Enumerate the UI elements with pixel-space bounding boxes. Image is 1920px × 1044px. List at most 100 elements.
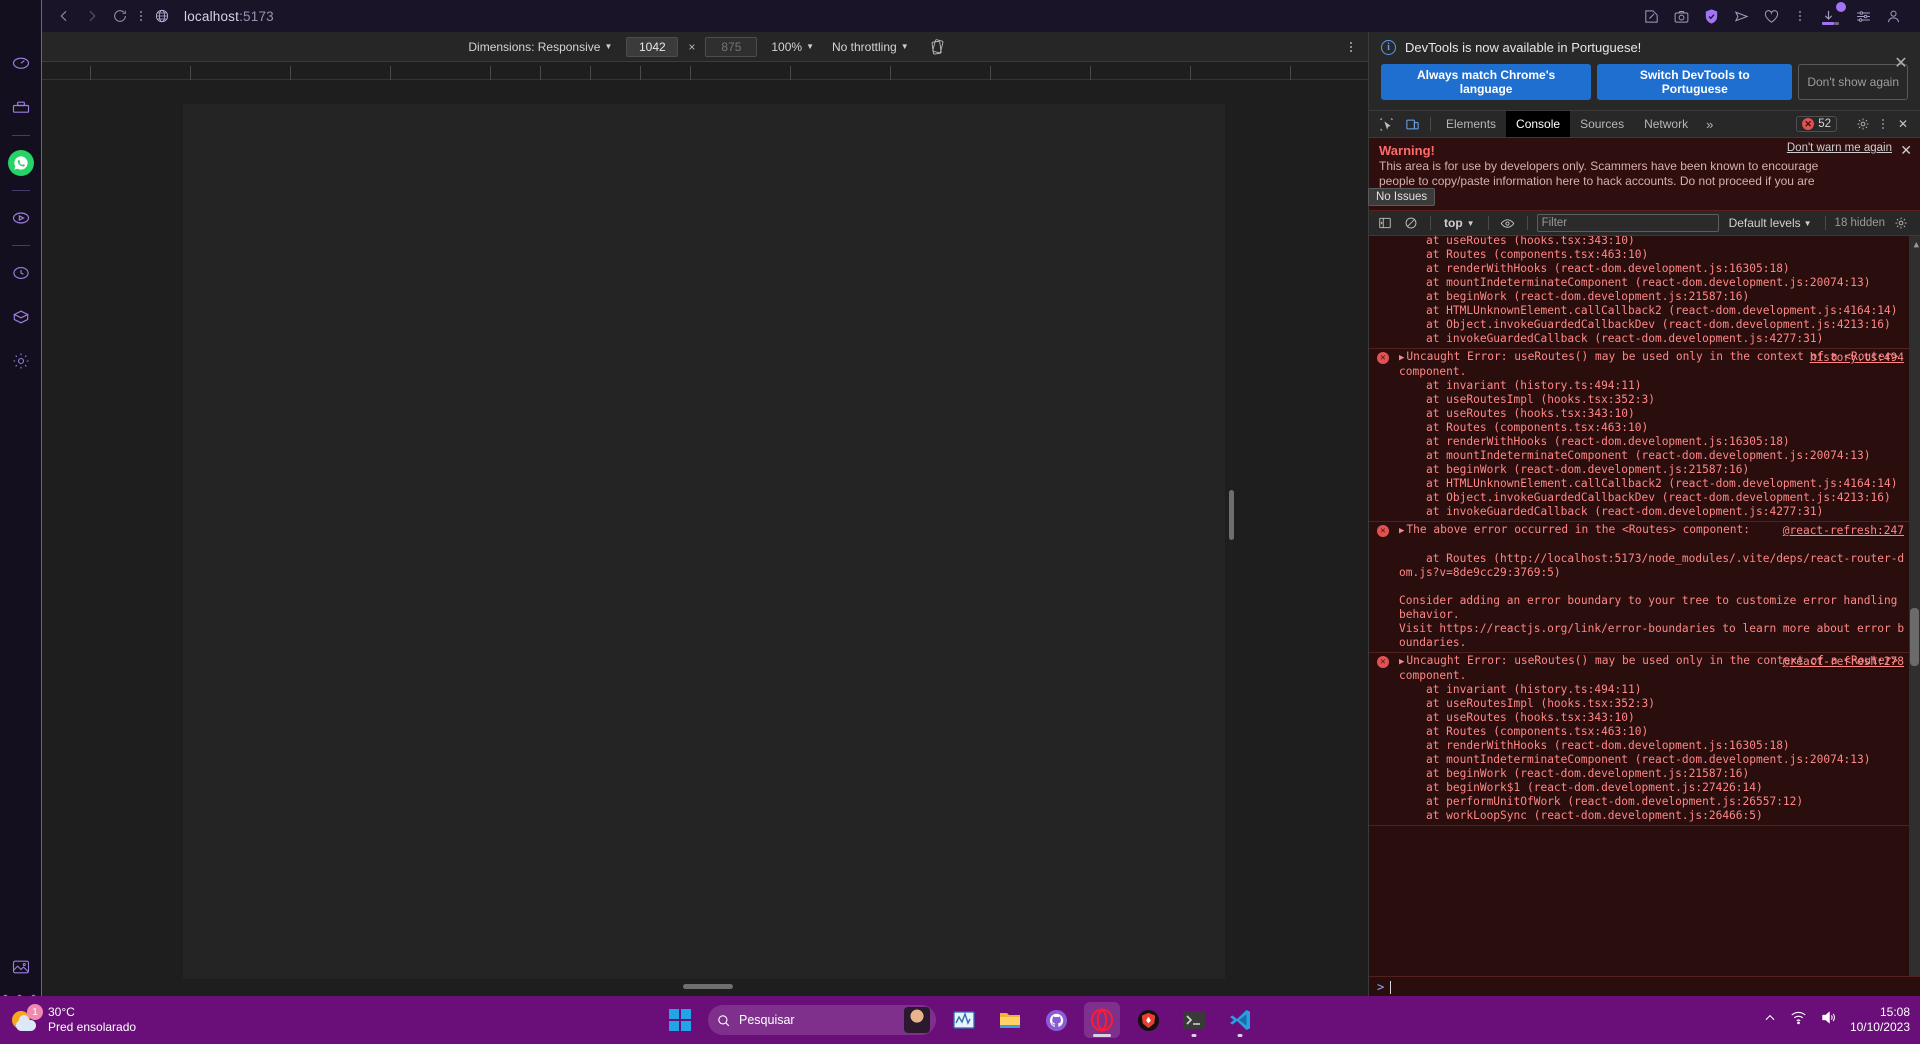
page-menu-icon[interactable] (134, 4, 148, 28)
history-icon[interactable] (6, 258, 36, 288)
profile-icon[interactable] (1885, 8, 1902, 25)
console-self-xss-warning: Warning! This area is for use by develop… (1369, 138, 1920, 211)
brave-browser-icon[interactable] (1130, 1002, 1166, 1038)
expand-triangle-icon[interactable]: ▶ (1399, 353, 1404, 363)
taskbar-weather-widget[interactable]: 1 30°C Pred ensolarado (0, 1004, 136, 1035)
ruler-ticks (42, 62, 1368, 80)
vpn-shield-icon[interactable] (1703, 8, 1720, 25)
devtools-panel: i DevTools is now available in Portugues… (1368, 32, 1920, 1021)
reload-icon[interactable] (106, 2, 134, 30)
inspect-element-icon[interactable] (1373, 111, 1399, 137)
console-message[interactable]: ✕ ▶ Uncaught Error: useRoutes() may be us… (1369, 349, 1920, 522)
scroll-up-icon[interactable]: ▲ (1914, 238, 1919, 252)
forward-arrow-icon[interactable] (78, 2, 106, 30)
console-message[interactable]: ✕ ▶ Uncaught Error: useRoutes() may be us… (1369, 653, 1920, 826)
taskbar-search-box[interactable]: Pesquisar (708, 1005, 936, 1035)
whatsapp-icon[interactable] (6, 148, 36, 178)
console-sidebar-icon[interactable] (1375, 213, 1395, 233)
prompt-caret (1390, 980, 1392, 994)
scrollbar-thumb[interactable] (1910, 608, 1919, 666)
tab-sources[interactable]: Sources (1570, 111, 1634, 137)
source-location-link[interactable]: @react-refresh:247 (1783, 524, 1904, 538)
error-count-chip[interactable]: ✕ 52 (1796, 116, 1837, 132)
chevron-down-icon: ▼ (806, 42, 814, 51)
sliders-icon[interactable] (1855, 8, 1872, 25)
viewport-width-input[interactable] (626, 36, 679, 57)
terminal-icon[interactable] (1176, 1002, 1212, 1038)
settings-gear-icon[interactable] (1852, 113, 1874, 135)
zoom-select[interactable]: 100% ▼ (767, 38, 818, 56)
search-icon (718, 1014, 730, 1026)
always-match-language-button[interactable]: Always match Chrome's language (1381, 64, 1592, 100)
close-icon[interactable]: ✕ (1892, 113, 1914, 135)
expand-triangle-icon[interactable]: ▶ (1399, 657, 1404, 667)
source-location-link[interactable]: @react-refresh:278 (1783, 655, 1904, 669)
switch-language-button[interactable]: Switch DevTools to Portuguese (1597, 64, 1793, 100)
more-tabs-icon[interactable]: » (1698, 111, 1721, 137)
vscode-icon[interactable] (1222, 1002, 1258, 1038)
volume-icon[interactable] (1820, 1009, 1837, 1031)
source-location-link[interactable]: history.ts:494 (1810, 351, 1904, 365)
error-count-label: 52 (1818, 118, 1831, 130)
opera-browser-icon[interactable] (1084, 1002, 1120, 1038)
globe-icon[interactable] (154, 8, 170, 24)
pin-extension-icon[interactable] (1643, 8, 1660, 25)
sidebar-divider (11, 245, 30, 246)
device-toolbar-more-icon[interactable] (1344, 35, 1358, 59)
github-desktop-icon[interactable] (1038, 1002, 1074, 1038)
speed-dial-icon[interactable] (6, 49, 36, 79)
console-message[interactable]: ✕ ▶ The above error occurred in the <Rout… (1369, 522, 1920, 653)
windows-taskbar: 1 30°C Pred ensolarado Pesquisar 15:08 1… (0, 996, 1920, 1044)
tab-network[interactable]: Network (1634, 111, 1698, 137)
rotate-device-icon[interactable] (929, 38, 946, 55)
clear-console-icon[interactable] (1401, 213, 1421, 233)
console-settings-icon[interactable] (1891, 213, 1911, 233)
address-bar[interactable]: localhost:5173 (184, 9, 274, 24)
player-icon[interactable] (6, 203, 36, 233)
toolbar-divider (1526, 216, 1528, 230)
taskbar-center: Pesquisar (662, 1002, 1258, 1038)
file-explorer-icon[interactable] (992, 1002, 1028, 1038)
downloads-icon[interactable] (1820, 2, 1846, 26)
chevron-up-icon[interactable] (1763, 1011, 1777, 1030)
running-indicator (1191, 1034, 1197, 1037)
close-icon[interactable]: ✕ (1892, 54, 1910, 72)
workspaces-icon[interactable] (6, 93, 36, 123)
resize-handle-right[interactable] (1229, 490, 1234, 540)
console-messages[interactable]: at useRoutesImpl (hooks.tsx:352:3) at us… (1369, 236, 1920, 976)
downloads-box-icon[interactable] (6, 302, 36, 332)
viewport-height-input[interactable] (705, 36, 758, 57)
tab-console[interactable]: Console (1506, 111, 1571, 137)
expand-triangle-icon[interactable]: ▶ (1399, 526, 1404, 536)
live-expression-eye-icon[interactable] (1498, 213, 1518, 233)
taskbar-clock[interactable]: 15:08 10/10/2023 (1850, 1005, 1910, 1035)
send-icon[interactable] (1733, 8, 1750, 25)
device-toolbar-icon[interactable] (1399, 111, 1425, 137)
page-render-frame[interactable] (183, 104, 1225, 979)
console-filter-input[interactable] (1536, 214, 1719, 232)
devtools-more-options-icon[interactable] (1876, 112, 1890, 136)
console-message[interactable]: at useRoutesImpl (hooks.tsx:352:3) at us… (1369, 236, 1920, 349)
chart-app-icon[interactable] (946, 1002, 982, 1038)
console-scrollbar[interactable]: ▲ (1909, 236, 1920, 976)
resize-handle-bottom[interactable] (683, 984, 733, 989)
wifi-icon[interactable] (1790, 1009, 1807, 1031)
tab-elements[interactable]: Elements (1436, 111, 1506, 137)
throttling-select[interactable]: No throttling ▼ (828, 38, 913, 56)
windows-start-icon[interactable] (662, 1002, 698, 1038)
close-icon[interactable]: ✕ (1900, 142, 1912, 159)
heart-icon[interactable] (1763, 8, 1780, 25)
console-prompt[interactable]: > (1369, 976, 1920, 997)
no-issues-chip[interactable]: No Issues (1368, 188, 1436, 206)
log-levels-select[interactable]: Default levels ▼ (1725, 214, 1816, 232)
execution-context-select[interactable]: top ▼ (1440, 214, 1479, 232)
dimensions-select[interactable]: Dimensions: Responsive ▼ (464, 38, 616, 56)
image-gallery-icon[interactable] (6, 952, 36, 982)
dont-warn-me-again-link[interactable]: Don't warn me again (1787, 142, 1892, 154)
active-window-indicator (1093, 1034, 1111, 1037)
snapshot-icon[interactable] (1673, 8, 1690, 25)
notice-header: i DevTools is now available in Portugues… (1381, 40, 1908, 55)
settings-gear-icon[interactable] (6, 346, 36, 376)
back-arrow-icon[interactable] (50, 2, 78, 30)
running-indicator (1237, 1034, 1243, 1037)
